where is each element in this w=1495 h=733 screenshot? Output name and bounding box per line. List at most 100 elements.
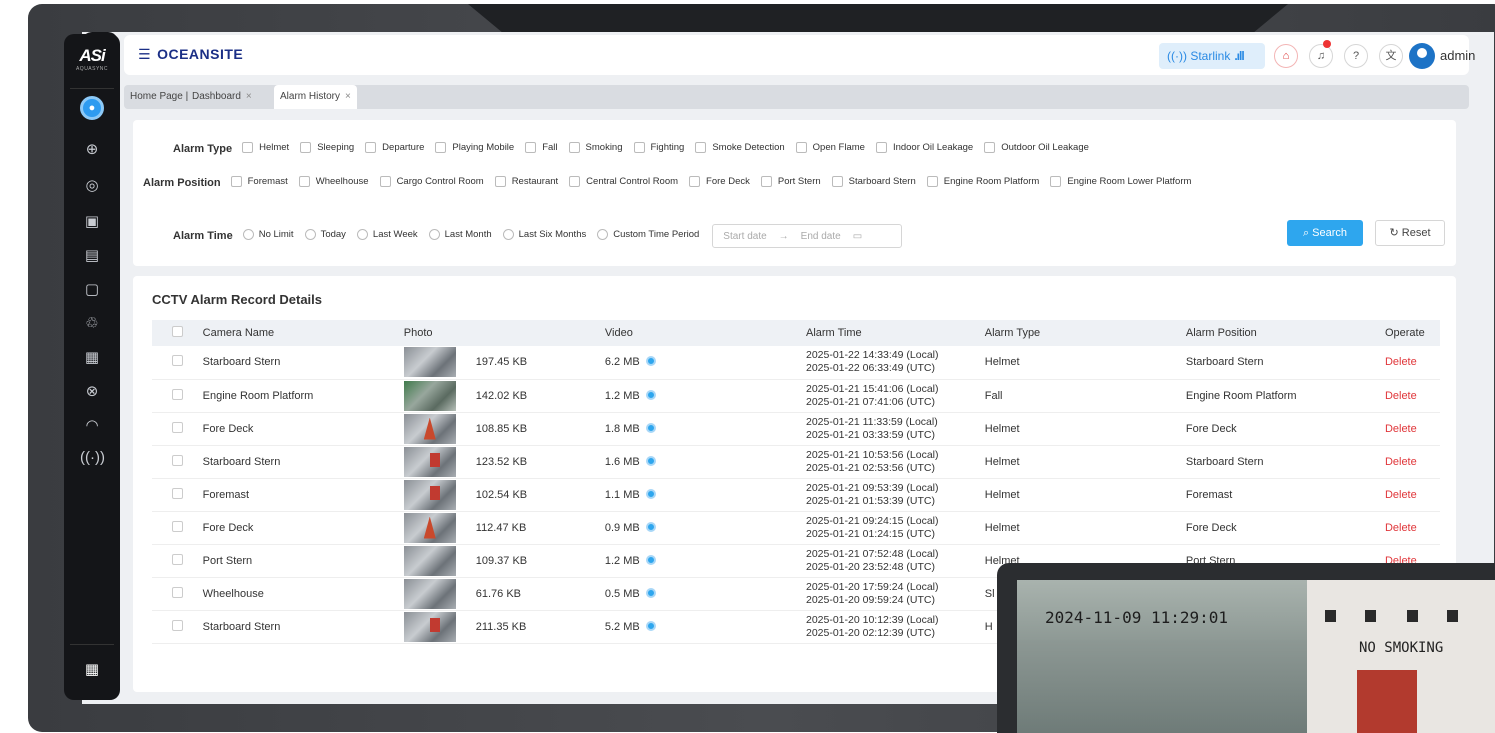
row-checkbox[interactable] (152, 478, 195, 512)
video-cell[interactable]: 1.2 MB (596, 544, 798, 578)
start-date-input[interactable]: Start date (723, 231, 766, 242)
photo-thumbnail[interactable] (403, 545, 456, 576)
table-row[interactable]: Fore Deck 108.85 KB 1.8 MB 2025-01-21 11:33… (152, 412, 1440, 446)
play-icon[interactable] (645, 554, 656, 565)
starlink-status[interactable]: ((·)) Starlink .ıll (1159, 43, 1265, 69)
sidebar-item-location[interactable]: ◎ (80, 174, 104, 198)
reset-button[interactable]: ↻ Reset (1375, 220, 1445, 246)
alarm-position-checkbox[interactable]: Cargo Control Room (379, 176, 484, 187)
checkbox-box[interactable] (795, 142, 807, 153)
video-cell[interactable]: 0.5 MB (596, 577, 798, 611)
row-checkbox[interactable] (152, 412, 195, 446)
row-checkbox[interactable] (152, 346, 195, 380)
row-checkbox[interactable] (152, 577, 195, 611)
close-icon[interactable]: × (246, 91, 252, 102)
alarm-type-checkbox[interactable]: Outdoor Oil Leakage (984, 142, 1089, 153)
checkbox-box[interactable] (689, 176, 701, 187)
sidebar-item-alarm[interactable]: ⊕ (80, 138, 104, 162)
alarm-position-checkbox[interactable]: Foremast (230, 176, 288, 187)
row-checkbox[interactable] (152, 544, 195, 578)
video-cell[interactable]: 1.2 MB (596, 379, 798, 413)
photo-cell[interactable]: 211.35 KB (395, 610, 597, 644)
alarm-position-checkbox[interactable]: Engine Room Lower Platform (1050, 176, 1191, 187)
alarm-time-radio[interactable]: No Limit (242, 229, 294, 240)
table-row[interactable]: Foremast 102.54 KB 1.1 MB 2025-01-21 09:53:… (152, 478, 1440, 512)
photo-thumbnail[interactable] (403, 578, 456, 609)
radio-circle[interactable] (356, 229, 368, 240)
brand[interactable]: ☰ OCEANSITE (138, 46, 243, 63)
delete-button[interactable]: Delete (1376, 379, 1440, 413)
play-icon[interactable] (645, 488, 656, 499)
table-row[interactable]: Starboard Stern 197.45 KB 6.2 MB 2025-01-22… (152, 346, 1440, 380)
calendar-icon[interactable]: ▭ (853, 231, 862, 242)
search-button[interactable]: ⌕ Search (1287, 220, 1363, 246)
checkbox-box[interactable] (525, 142, 537, 153)
alarm-type-checkbox[interactable]: Smoking (568, 142, 623, 153)
play-icon[interactable] (645, 521, 656, 532)
table-row[interactable]: Fore Deck 112.47 KB 0.9 MB 2025-01-21 09:24… (152, 511, 1440, 545)
checkbox-box[interactable] (379, 176, 391, 187)
alarm-type-checkbox[interactable]: Playing Mobile (435, 142, 514, 153)
delete-button[interactable]: Delete (1376, 478, 1440, 512)
photo-thumbnail[interactable] (403, 611, 456, 642)
checkbox-box[interactable] (569, 176, 581, 187)
alarm-time-radio[interactable]: Today (304, 229, 346, 240)
video-cell[interactable]: 1.1 MB (596, 478, 798, 512)
checkbox-box[interactable] (875, 142, 887, 153)
sidebar-item-reports[interactable]: ▤ (80, 244, 104, 268)
photo-cell[interactable]: 123.52 KB (395, 445, 597, 479)
alarm-time-radio[interactable]: Last Six Months (502, 229, 586, 240)
play-icon[interactable] (645, 620, 656, 631)
checkbox-box[interactable] (831, 176, 843, 187)
photo-cell[interactable]: 112.47 KB (395, 511, 597, 545)
alarm-time-radio[interactable]: Custom Time Period (597, 229, 699, 240)
photo-cell[interactable]: 61.76 KB (395, 577, 597, 611)
checkbox-box[interactable] (568, 142, 580, 153)
alarm-position-checkbox[interactable]: Central Control Room (569, 176, 678, 187)
checkbox-box[interactable] (300, 142, 312, 153)
play-icon[interactable] (645, 389, 656, 400)
tab-dashboard[interactable]: Dashboard × (186, 85, 258, 109)
row-checkbox[interactable] (152, 379, 195, 413)
alarm-position-checkbox[interactable]: Port Stern (760, 176, 821, 187)
alarm-type-checkbox[interactable]: Open Flame (795, 142, 865, 153)
table-row[interactable]: Engine Room Platform 142.02 KB 1.2 MB 2025-… (152, 379, 1440, 413)
row-checkbox[interactable] (152, 445, 195, 479)
delete-button[interactable]: Delete (1376, 346, 1440, 380)
row-checkbox[interactable] (152, 511, 195, 545)
photo-thumbnail[interactable] (403, 413, 456, 444)
alarm-position-checkbox[interactable]: Restaurant (494, 176, 558, 187)
checkbox-box[interactable] (926, 176, 938, 187)
photo-cell[interactable]: 142.02 KB (395, 379, 597, 413)
sidebar-item-home[interactable]: ● (80, 96, 104, 120)
delete-button[interactable]: Delete (1376, 412, 1440, 446)
end-date-input[interactable]: End date (801, 231, 841, 242)
table-row[interactable]: Starboard Stern 123.52 KB 1.6 MB 2025-01-21… (152, 445, 1440, 479)
sidebar-item-gauge[interactable]: ◠ (80, 414, 104, 438)
video-cell[interactable]: 1.6 MB (596, 445, 798, 479)
photo-thumbnail[interactable] (403, 512, 456, 543)
alarm-bell-icon[interactable]: ⌂ (1274, 44, 1298, 68)
checkbox-box[interactable] (435, 142, 447, 153)
alarm-position-checkbox[interactable]: Fore Deck (689, 176, 750, 187)
photo-thumbnail[interactable] (403, 479, 456, 510)
checkbox-box[interactable] (695, 142, 707, 153)
alarm-position-checkbox[interactable]: Wheelhouse (298, 176, 369, 187)
checkbox-box[interactable] (242, 142, 254, 153)
sidebar-item-documents[interactable]: ▢ (80, 278, 104, 302)
alarm-type-checkbox[interactable]: Indoor Oil Leakage (875, 142, 973, 153)
sidebar-item-maintenance[interactable]: ♲ (80, 312, 104, 336)
video-cell[interactable]: 6.2 MB (596, 346, 798, 380)
select-all-checkbox[interactable] (152, 320, 195, 346)
alarm-type-checkbox[interactable]: Helmet (242, 142, 289, 153)
radio-circle[interactable] (502, 229, 514, 240)
checkbox-box[interactable] (760, 176, 772, 187)
help-icon[interactable]: ? (1344, 44, 1368, 68)
checkbox-box[interactable] (494, 176, 506, 187)
alarm-type-checkbox[interactable]: Departure (365, 142, 424, 153)
radio-circle[interactable] (242, 229, 254, 240)
radio-circle[interactable] (304, 229, 316, 240)
grid-menu-icon[interactable]: ▦ (80, 658, 104, 682)
checkbox-box[interactable] (633, 142, 645, 153)
photo-thumbnail[interactable] (403, 380, 456, 411)
